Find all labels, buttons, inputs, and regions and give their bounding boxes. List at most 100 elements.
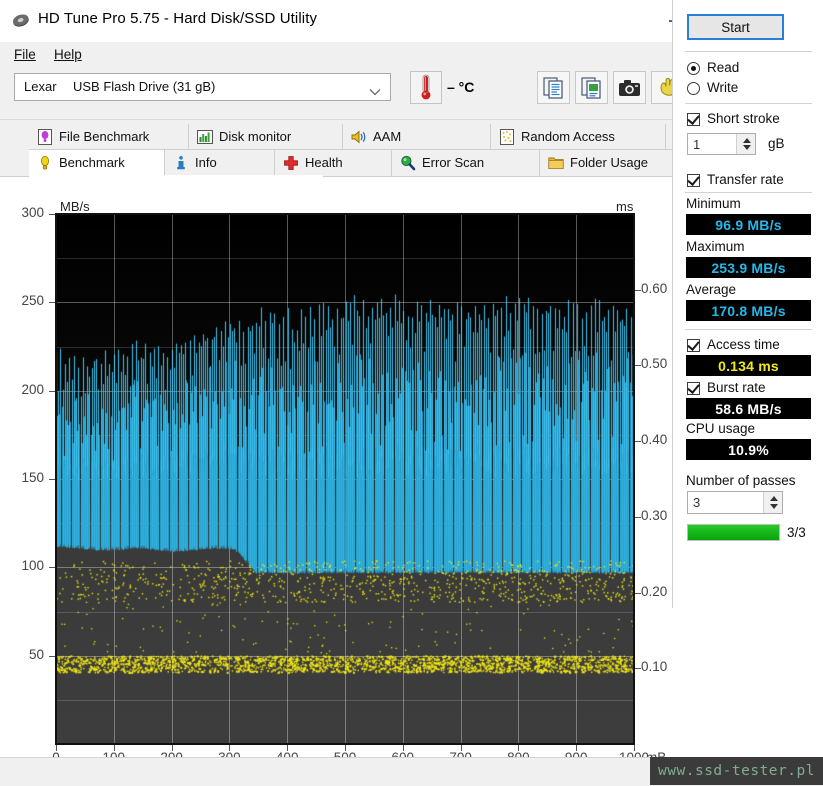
tab-folder-usage-label: Folder Usage: [570, 155, 649, 170]
tab-info-label: Info: [195, 155, 217, 170]
burst-rate-value: 58.6 MB/s: [715, 400, 782, 417]
chart-y2-tick-label: 0.40: [641, 432, 668, 448]
tab-benchmark[interactable]: Benchmark: [29, 150, 165, 176]
tab-file-benchmark[interactable]: File Benchmark: [29, 124, 189, 150]
chart-y-tick-label: 100: [21, 558, 44, 574]
maximum-label: Maximum: [686, 239, 745, 254]
cpu-usage-value: 10.9%: [728, 441, 769, 458]
tab-benchmark-label: Benchmark: [59, 155, 125, 170]
chart-x-tick-mark: [634, 745, 635, 751]
chart-y2-tick-label: 0.10: [641, 659, 668, 675]
chart-y2-tick-mark: [635, 441, 641, 443]
copy-image-icon: [581, 77, 601, 99]
tab-disk-monitor[interactable]: Disk monitor: [189, 124, 343, 150]
start-button[interactable]: Start: [687, 14, 784, 40]
chart-x-tick-mark: [229, 745, 231, 751]
tab-random-access[interactable]: Random Access: [491, 124, 666, 150]
minimum-value: 96.9 MB/s: [715, 216, 782, 233]
tab-health[interactable]: Health: [275, 150, 392, 176]
chart-x-tick-mark: [113, 745, 115, 751]
chart-y2-tick-label: 0.60: [641, 280, 668, 296]
tab-error-scan[interactable]: Error Scan: [392, 150, 540, 176]
chart-x-tick-mark: [518, 745, 520, 751]
checkbox-transfer-rate-label: Transfer rate: [707, 172, 784, 187]
chart-y2-tick-label: 0.50: [641, 356, 668, 372]
divider-3: [685, 192, 812, 193]
spinner-up-icon[interactable]: [743, 138, 751, 143]
menu-item-help[interactable]: Help: [48, 45, 88, 64]
chart-y-tick-label: 50: [28, 646, 44, 662]
copy-image-button[interactable]: [575, 71, 608, 104]
checkbox-short-stroke-label: Short stroke: [707, 111, 780, 126]
pass-progress-bar: [687, 524, 780, 541]
minimum-value-box: 96.9 MB/s: [686, 214, 811, 235]
chart-y-tick-mark: [49, 567, 55, 569]
chart-x-tick-mark: [576, 745, 578, 751]
pass-progress-text: 3/3: [787, 525, 806, 540]
tab-health-label: Health: [305, 155, 343, 170]
number-of-passes-value: 3: [693, 495, 701, 510]
tab-error-scan-label: Error Scan: [422, 155, 485, 170]
chart-y2-tick-mark: [635, 668, 641, 670]
access-time-value: 0.134 ms: [718, 357, 779, 374]
radio-write-label: Write: [707, 80, 739, 95]
health-cross-icon: [282, 154, 300, 172]
start-button-label: Start: [721, 19, 750, 35]
access-time-value-box: 0.134 ms: [686, 355, 811, 376]
short-stroke-stepper[interactable]: 1: [687, 133, 756, 155]
checkbox-burst-rate-box: [687, 382, 700, 395]
screenshot-button[interactable]: [613, 71, 646, 104]
pass-progress-fill: [688, 525, 779, 540]
cpu-usage-value-box: 10.9%: [686, 439, 811, 460]
short-stroke-value: 1: [693, 137, 701, 152]
short-stroke-unit: gB: [768, 136, 785, 151]
divider-1: [685, 51, 812, 52]
random-access-icon: [498, 128, 516, 146]
file-benchmark-icon: [36, 128, 54, 146]
spinner-down-icon[interactable]: [743, 145, 751, 150]
app-icon: [11, 11, 31, 31]
chart-x-tick-mark: [56, 745, 57, 751]
number-of-passes-label: Number of passes: [686, 473, 796, 488]
chart-y2-tick-mark: [635, 289, 641, 291]
chart-x-tick-mark: [345, 745, 346, 751]
folder-icon: [547, 154, 565, 172]
menu-item-file[interactable]: File: [8, 45, 42, 64]
chart-y2-axis-unit: ms: [616, 199, 634, 214]
tab-aam[interactable]: AAM: [343, 124, 491, 150]
checkbox-burst-rate-label: Burst rate: [707, 380, 766, 395]
screenshot-camera-icon: [619, 80, 640, 96]
chart-y-tick-mark: [49, 302, 55, 304]
watermark: www.ssd-tester.pl: [650, 757, 823, 785]
copy-text-button[interactable]: [537, 71, 570, 104]
spinner-up-icon[interactable]: [770, 496, 778, 501]
short-stroke-spinner-buttons[interactable]: [736, 134, 755, 154]
chart-y-tick-label: 300: [21, 205, 44, 220]
tab-file-benchmark-label: File Benchmark: [59, 129, 150, 144]
average-value-box: 170.8 MB/s: [686, 300, 811, 321]
temperature-indicator: [410, 71, 442, 104]
checkbox-short-stroke-box: [687, 113, 700, 126]
spinner-down-icon[interactable]: [770, 504, 778, 509]
chart-x-tick-mark: [171, 745, 173, 751]
speaker-icon: [350, 128, 368, 146]
benchmark-chart[interactable]: [56, 214, 634, 744]
tab-aam-label: AAM: [373, 129, 402, 144]
tab-disk-monitor-label: Disk monitor: [219, 129, 292, 144]
chart-x-tick-mark: [402, 745, 404, 751]
drive-selector-dropdown[interactable]: Lexar USB Flash Drive (31 gB): [14, 73, 391, 101]
passes-spinner-buttons[interactable]: [763, 492, 782, 513]
window-title: HD Tune Pro 5.75 - Hard Disk/SSD Utility: [38, 10, 318, 27]
info-icon: [172, 154, 190, 172]
drive-vendor-label: Lexar: [24, 79, 57, 94]
watermark-text: www.ssd-tester.pl: [658, 763, 815, 779]
radio-read-label: Read: [707, 60, 740, 75]
chart-x-tick-mark: [460, 745, 462, 751]
chart-y2-tick-label: 0.30: [641, 507, 668, 523]
chart-y2-tick-mark: [635, 592, 641, 594]
tab-info[interactable]: Info: [165, 150, 275, 176]
copy-text-icon: [543, 77, 563, 99]
average-label: Average: [686, 282, 737, 297]
chart-y-tick-mark: [49, 390, 55, 392]
number-of-passes-stepper[interactable]: 3: [687, 491, 783, 514]
